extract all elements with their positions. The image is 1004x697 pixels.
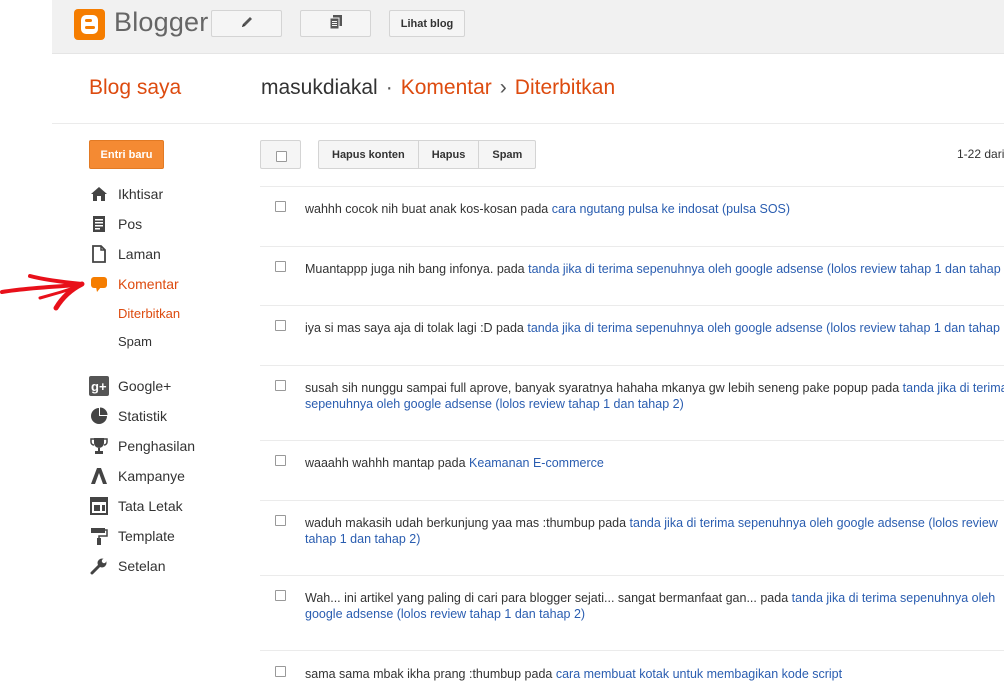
sidebar-subitem-spam[interactable]: Spam (118, 334, 152, 349)
breadcrumb-comments[interactable]: Komentar (401, 76, 492, 99)
comment-checkbox[interactable] (275, 455, 286, 466)
comment-row: waduh makasih udah berkunjung yaa mas :t… (305, 515, 1004, 547)
page-icon (89, 244, 109, 264)
action-button-group: Hapus konten Hapus Spam (318, 140, 537, 169)
comment-text: waaahh wahhh mantap pada (305, 456, 466, 470)
row-divider (260, 365, 1004, 366)
pages-button[interactable] (300, 10, 371, 37)
breadcrumb-published[interactable]: Diterbitkan (515, 76, 615, 99)
comment-row: wahhh cocok nih buat anak kos-kosan pada… (305, 201, 1004, 217)
delete-button[interactable]: Hapus (417, 140, 480, 169)
sidebar-item-label: Google+ (118, 378, 172, 394)
comment-checkbox[interactable] (275, 380, 286, 391)
google-plus-icon: g+ (89, 376, 109, 396)
trophy-icon (89, 436, 109, 456)
home-icon (89, 184, 109, 204)
post-link[interactable]: cara ngutang pulsa ke indosat (pulsa SOS… (552, 202, 790, 216)
spam-button[interactable]: Spam (478, 140, 537, 169)
sidebar-item-google-plus[interactable]: g+ Google+ (89, 375, 171, 397)
comment-checkbox[interactable] (275, 201, 286, 212)
my-blogs-link[interactable]: Blog saya (89, 76, 181, 100)
comment-text: susah sih nunggu sampai full aprove, ban… (305, 381, 900, 395)
comment-row: waaahh wahhh mantap pada Keamanan E-comm… (305, 455, 1004, 471)
row-divider (260, 575, 1004, 576)
adwords-icon (89, 466, 109, 486)
post-link[interactable]: tanda jika di terima sepenuhnya oleh goo… (527, 321, 1004, 335)
comment-checkbox[interactable] (275, 590, 286, 601)
sidebar-item-label: Pos (118, 216, 143, 232)
breadcrumb-separator: › (499, 76, 507, 99)
row-divider (260, 246, 1004, 247)
sidebar-item-stats[interactable]: Statistik (89, 405, 167, 427)
red-arrow-annotation-icon (0, 274, 85, 311)
breadcrumb: masukdiakal · Komentar › Diterbitkan (261, 76, 615, 100)
sidebar-item-overview[interactable]: Ikhtisar (89, 183, 163, 205)
top-bar: Blogger Lihat blog (52, 0, 1004, 54)
comment-text: Muantappp juga nih bang infonya. pada (305, 262, 525, 276)
comment-row: Wah... ini artikel yang paling di cari p… (305, 590, 1004, 622)
brand-name[interactable]: Blogger (114, 7, 208, 38)
sidebar-item-label: Kampanye (118, 468, 185, 484)
pie-chart-icon (89, 406, 109, 426)
comment-text: waduh makasih udah berkunjung yaa mas :t… (305, 516, 627, 530)
pencil-icon (239, 14, 255, 33)
select-all-dropdown[interactable] (260, 140, 301, 169)
comment-text: wahhh cocok nih buat anak kos-kosan pada (305, 202, 549, 216)
sidebar-item-label: Template (118, 528, 175, 544)
comment-checkbox[interactable] (275, 261, 286, 272)
sidebar-item-label: Penghasilan (118, 438, 196, 454)
sidebar-item-layout[interactable]: Tata Letak (89, 495, 183, 517)
post-link[interactable]: cara membuat kotak untuk membagikan kode… (556, 667, 842, 681)
sidebar-item-label: Tata Letak (118, 498, 183, 514)
document-icon (89, 214, 109, 234)
comment-row: susah sih nunggu sampai full aprove, ban… (305, 380, 1004, 412)
blog-name[interactable]: masukdiakal (261, 76, 378, 99)
header-divider (52, 123, 1004, 124)
view-blog-button[interactable]: Lihat blog (389, 10, 465, 37)
sidebar-item-label: Setelan (118, 558, 166, 574)
post-link[interactable]: tanda jika di terima sepenuhnya oleh goo… (528, 262, 1004, 276)
sidebar-item-posts[interactable]: Pos (89, 213, 142, 235)
new-post-pencil-button[interactable] (211, 10, 282, 37)
breadcrumb-separator: · (385, 76, 393, 99)
comment-text: sama sama mbak ikha prang :thumbup pada (305, 667, 553, 681)
wrench-icon (89, 556, 109, 576)
comment-row: Muantappp juga nih bang infonya. pada ta… (305, 261, 1004, 277)
comment-checkbox[interactable] (275, 666, 286, 677)
sidebar-item-label: Komentar (118, 276, 179, 292)
comment-icon (89, 274, 109, 294)
copy-icon (328, 14, 344, 33)
sidebar-item-comments[interactable]: Komentar (89, 273, 179, 295)
select-all-checkbox[interactable] (276, 151, 287, 162)
comment-row: sama sama mbak ikha prang :thumbup pada … (305, 666, 1004, 682)
row-divider (260, 305, 1004, 306)
row-divider (260, 440, 1004, 441)
row-divider (260, 650, 1004, 651)
sidebar-item-pages[interactable]: Laman (89, 243, 161, 265)
row-divider (260, 500, 1004, 501)
sidebar-item-settings[interactable]: Setelan (89, 555, 165, 577)
comment-text: iya si mas saya aja di tolak lagi :D pad… (305, 321, 524, 335)
svg-text:g+: g+ (91, 379, 107, 394)
new-post-button[interactable]: Entri baru (89, 140, 164, 169)
paint-roller-icon (89, 526, 109, 546)
comment-checkbox[interactable] (275, 320, 286, 331)
blogger-logo-icon[interactable] (74, 9, 105, 40)
sidebar-item-label: Laman (118, 246, 161, 262)
pagination-range: 1-22 dari (957, 147, 1004, 161)
delete-content-button[interactable]: Hapus konten (318, 140, 419, 169)
layout-icon (89, 496, 109, 516)
sidebar-item-campaigns[interactable]: Kampanye (89, 465, 185, 487)
comment-text: Wah... ini artikel yang paling di cari p… (305, 591, 789, 605)
row-divider (260, 186, 1004, 187)
sidebar-item-label: Statistik (118, 408, 168, 424)
post-link[interactable]: Keamanan E-commerce (469, 456, 604, 470)
sidebar-item-template[interactable]: Template (89, 525, 175, 547)
sidebar-item-label: Ikhtisar (118, 186, 164, 202)
sidebar-subitem-published[interactable]: Diterbitkan (118, 306, 180, 321)
sidebar-item-earnings[interactable]: Penghasilan (89, 435, 195, 457)
comment-checkbox[interactable] (275, 515, 286, 526)
comment-row: iya si mas saya aja di tolak lagi :D pad… (305, 320, 1004, 336)
